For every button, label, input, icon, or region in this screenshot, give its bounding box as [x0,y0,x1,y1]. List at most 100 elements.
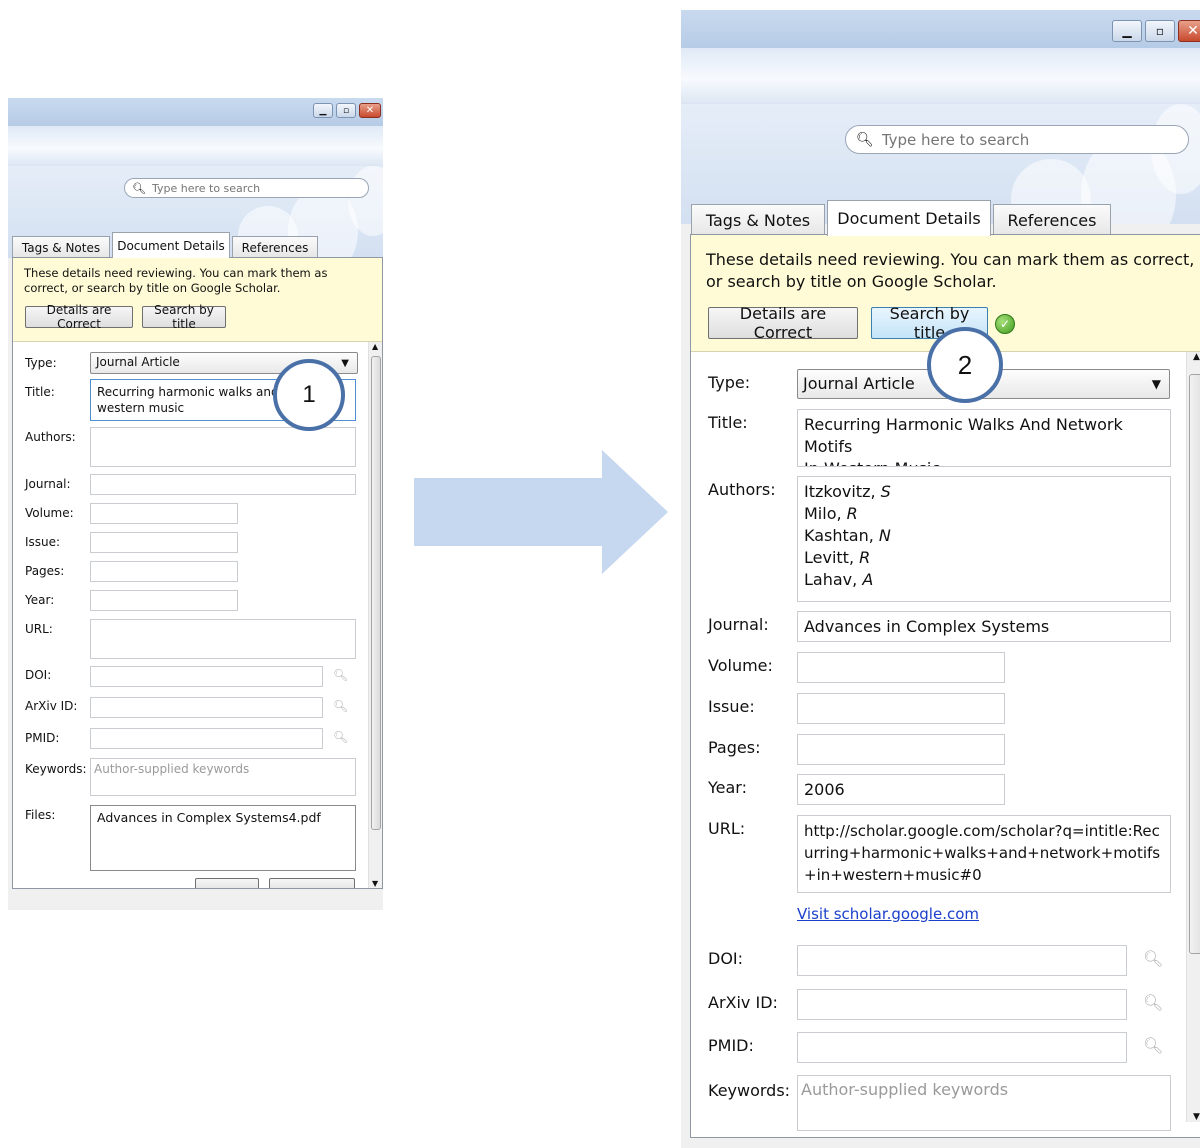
scroll-up-icon[interactable]: ▲ [372,342,378,351]
toolbar-band [8,126,383,148]
doi-field[interactable] [90,666,323,687]
url-field[interactable]: http://scholar.google.com/scholar?q=inti… [797,815,1171,893]
search-input[interactable] [149,180,368,196]
year-field[interactable] [90,590,238,611]
year-label: Year: [708,778,747,797]
arxiv-lookup-icon[interactable]: 🔍︎ [1143,993,1163,1012]
arrow-shape [414,450,668,574]
scrollbar[interactable]: ▲ ▼ [368,342,382,888]
keywords-field[interactable]: Author-supplied keywords [797,1075,1171,1131]
pmid-field[interactable] [797,1032,1127,1063]
issue-label: Issue: [25,535,61,549]
arxiv-field[interactable] [797,989,1127,1020]
doi-label: DOI: [25,668,52,682]
title-label: Title: [708,413,748,432]
issue-field[interactable] [797,693,1005,724]
title-field[interactable]: Recurring Harmonic Walks And Network Mot… [797,409,1171,467]
url-field[interactable] [90,619,356,659]
pmid-label: PMID: [708,1036,754,1055]
pages-field[interactable] [797,734,1005,765]
scrollbar-thumb[interactable] [371,356,381,830]
pmid-field[interactable] [90,728,323,749]
tab-references[interactable]: References [993,204,1111,236]
tab-label: Tags & Notes [21,240,101,255]
journal-field[interactable]: Advances in Complex Systems [797,611,1171,642]
window-controls: ▁ ▫ ✕ [313,103,381,118]
maximize-button[interactable]: ▫ [336,103,356,118]
file-action-button[interactable] [195,878,259,888]
volume-label: Volume: [25,506,74,520]
arxiv-field[interactable] [90,697,323,718]
arxiv-lookup-icon[interactable]: 🔍︎ [333,699,348,713]
visit-scholar-link[interactable]: Visit scholar.google.com [797,905,979,923]
author-entry: Levitt, R [804,547,1166,569]
details-correct-button[interactable]: Details are Correct [25,303,133,331]
pmid-lookup-icon[interactable]: 🔍︎ [333,730,348,744]
search-box[interactable]: 🔍︎ [124,178,369,198]
url-label: URL: [708,819,746,838]
title-label: Title: [25,385,55,399]
authors-field[interactable] [90,427,356,467]
close-button[interactable]: ✕ [359,103,381,118]
scrollbar[interactable]: ▲ ▼ [1186,352,1200,1122]
tab-document-details[interactable]: Document Details [827,200,991,236]
details-correct-button[interactable]: Details are Correct [708,304,858,342]
keywords-placeholder: Author-supplied keywords [801,1080,1009,1099]
tab-bar: Tags & Notes Document Details References [12,232,320,258]
scroll-up-icon[interactable]: ▲ [1193,352,1200,362]
journal-field[interactable] [90,474,356,495]
minimize-icon: ▁ [319,105,327,116]
type-value: Journal Article [803,374,915,393]
authors-label: Authors: [708,480,776,499]
author-initial: R [846,504,858,523]
maximize-button[interactable]: ▫ [1145,20,1175,42]
toolbar-band-lower [681,78,1200,104]
tab-tags-notes[interactable]: Tags & Notes [691,204,825,236]
year-field[interactable]: 2006 [797,774,1005,805]
pages-field[interactable] [90,561,238,582]
issue-field[interactable] [90,532,238,553]
tab-tags-notes[interactable]: Tags & Notes [12,236,110,258]
file-name[interactable]: Advances in Complex Systems4.pdf [97,810,351,825]
title-value: Recurring Harmonic Walks And Network Mot… [804,415,1123,466]
search-by-title-button[interactable]: Search by title [142,303,226,331]
minimize-button[interactable]: ▁ [313,103,333,118]
doi-lookup-icon[interactable]: 🔍︎ [1143,949,1163,968]
pmid-label: PMID: [25,731,60,745]
callout-number: 1 [302,381,316,408]
search-input[interactable] [879,129,1188,150]
before-window: ▁ ▫ ✕ 🔍︎ Tags & Notes Document Details R… [8,98,383,910]
doi-label: DOI: [708,949,744,968]
files-field[interactable]: Advances in Complex Systems4.pdf [90,805,356,871]
pages-label: Pages: [25,564,65,578]
scroll-down-icon[interactable]: ▼ [1193,1112,1200,1122]
doi-lookup-icon[interactable]: 🔍︎ [333,668,348,682]
author-initial: N [878,526,891,545]
tab-document-details[interactable]: Document Details [112,232,230,258]
author-initial: A [862,570,874,589]
authors-field[interactable]: Itzkovitz, S Milo, R Kashtan, N Levitt, R La… [797,476,1171,602]
author-last-name: Lahav [804,570,853,589]
toolbar-band-lower [8,148,383,166]
step-callout: 2 [927,327,1003,403]
review-message: These details need reviewing. You can ma… [24,266,328,295]
doi-field[interactable] [797,945,1127,976]
keywords-field[interactable]: Author-supplied keywords [90,758,356,796]
keywords-label: Keywords: [25,762,87,776]
volume-label: Volume: [708,656,773,675]
search-box[interactable]: 🔍︎ [845,125,1189,154]
scroll-down-icon[interactable]: ▼ [372,879,378,888]
journal-label: Journal: [25,477,71,491]
check-icon: ✓ [995,314,1015,334]
dropdown-arrow-icon: ▼ [1151,377,1161,391]
minimize-button[interactable]: ▁ [1112,20,1142,42]
journal-label: Journal: [708,615,769,634]
close-button[interactable]: ✕ [1178,20,1200,42]
file-action-button[interactable] [269,878,355,888]
tab-references[interactable]: References [232,236,318,258]
pmid-lookup-icon[interactable]: 🔍︎ [1143,1036,1163,1055]
volume-field[interactable] [797,652,1005,683]
toolbar-band [681,48,1200,78]
volume-field[interactable] [90,503,238,524]
scrollbar-thumb[interactable] [1189,374,1200,954]
